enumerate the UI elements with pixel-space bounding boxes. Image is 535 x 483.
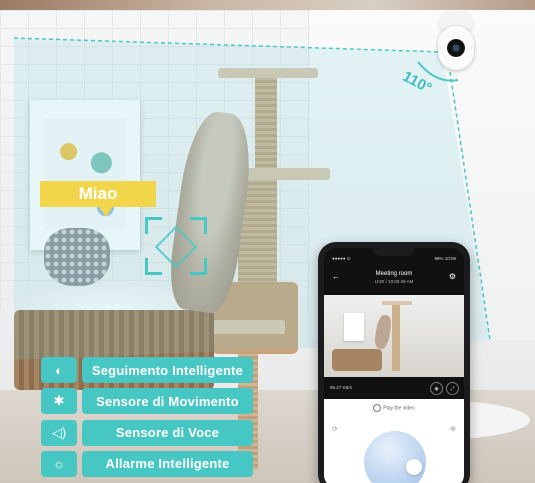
feature-alarm: ☼ Allarme Intelligente [41, 450, 253, 477]
joystick-knob[interactable] [406, 459, 422, 475]
smartphone: ●●●●● ⊙ 98% 10:06 ← Meeting room LIVE / … [318, 242, 470, 483]
battery-time: 98% 10:06 [434, 256, 456, 261]
phone-notch [374, 248, 414, 256]
preview-cat-tree [392, 301, 400, 371]
tracking-corner [145, 258, 162, 275]
snapshot-icon[interactable]: ◉ [430, 382, 443, 395]
phone-screen: ●●●●● ⊙ 98% 10:06 ← Meeting room LIVE / … [324, 248, 464, 483]
feature-sound: ◁) Sensore di Voce [41, 419, 253, 446]
feature-list: ◐ Seguimento Intelligente ✱ Sensore di M… [41, 357, 253, 482]
camera-room-title: Meeting room [375, 271, 413, 277]
play-icon [373, 404, 382, 412]
control-panel: Play the video ⟳ ⊕ [324, 399, 464, 483]
feature-tracking: ◐ Seguimento Intelligente [41, 357, 253, 383]
live-video-preview[interactable] [324, 295, 464, 377]
motion-icon: ✱ [41, 388, 77, 415]
tracking-corner [145, 217, 162, 234]
tracking-corner [190, 217, 207, 234]
gear-icon[interactable]: ⚙ [449, 272, 456, 281]
camera-lens-icon [447, 39, 465, 57]
bitrate-readout: 95.27 KB/s [330, 385, 353, 390]
feature-label: Sensore di Voce [82, 419, 253, 446]
sound-tag-pointer [98, 205, 114, 217]
rotate-icon[interactable]: ⟳ [332, 425, 338, 433]
signal-status: ●●●●● ⊙ [332, 256, 351, 261]
feature-label: Seguimento Intelligente [82, 357, 253, 383]
preview-basket [332, 349, 382, 371]
video-toolbar: 95.27 KB/s ◉ ⤢ [324, 377, 464, 399]
feature-label: Sensore di Movimento [82, 388, 253, 415]
product-banner: 110° Miao ◐ Seguimento Intelligente ✱ Se… [0, 0, 535, 483]
preview-platform [382, 301, 412, 305]
security-camera [438, 12, 476, 70]
tracking-box [145, 217, 207, 275]
tracking-corner [190, 258, 207, 275]
sound-tag: Miao [40, 181, 156, 207]
preview-frame [344, 313, 364, 341]
app-header: ← Meeting room LIVE / 10:06:49 AM ⚙ [324, 268, 464, 290]
sound-icon: ◁) [41, 419, 77, 446]
play-video-label: Play the video [383, 405, 415, 412]
status-bar: ●●●●● ⊙ 98% 10:06 [332, 256, 456, 264]
tracking-icon: ◐ [41, 357, 77, 383]
ptz-joystick[interactable] [364, 431, 426, 483]
live-timestamp: LIVE / 10:06:49 AM [374, 279, 414, 284]
zoom-icon[interactable]: ⊕ [450, 425, 456, 433]
alarm-icon: ☼ [41, 450, 77, 477]
fullscreen-icon[interactable]: ⤢ [446, 382, 459, 395]
feature-motion: ✱ Sensore di Movimento [41, 388, 253, 415]
play-video-button[interactable]: Play the video [324, 404, 464, 412]
back-arrow-icon[interactable]: ← [332, 272, 340, 281]
preview-cat [373, 314, 393, 350]
feature-label: Allarme Intelligente [82, 450, 253, 477]
